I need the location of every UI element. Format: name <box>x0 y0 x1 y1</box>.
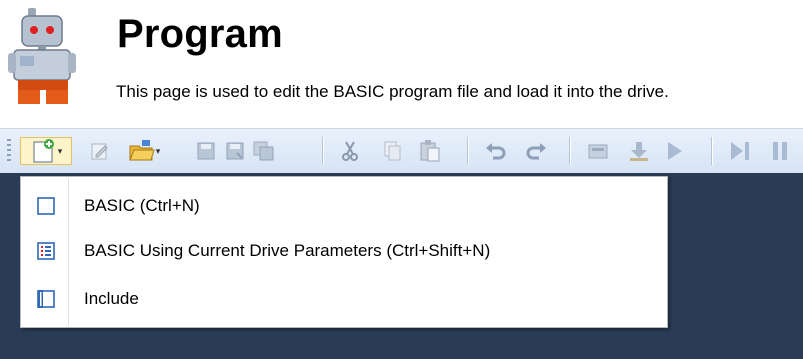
new-file-button[interactable]: ▾ <box>20 137 72 165</box>
toolbar-separator <box>467 137 469 165</box>
run-icon <box>668 142 682 160</box>
step-button[interactable] <box>725 137 755 165</box>
save-all-button[interactable] <box>250 137 278 165</box>
pause-button[interactable] <box>765 137 795 165</box>
page-header: Program This page is used to edit the BA… <box>0 0 803 120</box>
redo-icon <box>526 143 546 160</box>
copy-icon <box>384 141 401 161</box>
include-file-icon <box>37 290 55 308</box>
save-button[interactable] <box>193 137 219 165</box>
toolbar-separator <box>711 137 713 165</box>
blank-document-icon <box>37 197 55 215</box>
new-file-icon <box>33 139 54 163</box>
edit-icon <box>91 143 108 160</box>
compile-button[interactable] <box>584 137 612 165</box>
download-icon <box>630 142 648 161</box>
menu-item-basic-current-parameters[interactable]: BASIC Using Current Drive Parameters (Ct… <box>21 235 667 267</box>
run-button[interactable] <box>660 137 688 165</box>
save-as-icon <box>226 142 244 160</box>
page-title: Program <box>117 12 283 56</box>
menu-item-basic[interactable]: BASIC (Ctrl+N) <box>21 190 667 222</box>
robot-logo-icon <box>8 8 76 104</box>
pause-icon <box>773 142 787 160</box>
toolbar-grip[interactable] <box>7 139 11 163</box>
compile-icon <box>588 144 608 159</box>
step-icon <box>731 142 749 160</box>
open-folder-icon <box>128 140 155 161</box>
paste-icon <box>420 140 440 162</box>
save-icon <box>197 142 215 160</box>
cut-icon <box>342 141 358 161</box>
paste-button[interactable] <box>416 137 444 165</box>
cut-button[interactable] <box>336 137 364 165</box>
menu-item-label: BASIC Using Current Drive Parameters (Ct… <box>84 241 491 260</box>
menu-item-include[interactable]: Include <box>21 283 667 315</box>
redo-button[interactable] <box>522 137 550 165</box>
menu-item-label: BASIC (Ctrl+N) <box>84 196 200 215</box>
page-description: This page is used to edit the BASIC prog… <box>116 82 669 101</box>
chevron-down-icon: ▾ <box>155 145 161 156</box>
undo-icon <box>486 143 506 160</box>
undo-button[interactable] <box>482 137 510 165</box>
chevron-down-icon: ▾ <box>57 145 63 156</box>
editor-toolbar: ▾ ▾ <box>0 128 803 174</box>
download-button[interactable] <box>625 137 653 165</box>
save-as-button[interactable] <box>222 137 248 165</box>
new-file-dropdown-menu: BASIC (Ctrl+N) BASIC Using Current Drive… <box>20 176 668 328</box>
open-button[interactable]: ▾ <box>122 137 166 165</box>
copy-button[interactable] <box>379 137 405 165</box>
parameter-list-icon <box>37 242 55 260</box>
edit-button[interactable] <box>86 137 114 165</box>
save-all-icon <box>253 141 274 161</box>
menu-item-label: Include <box>84 289 139 308</box>
toolbar-separator <box>322 137 324 165</box>
toolbar-separator <box>569 137 571 165</box>
